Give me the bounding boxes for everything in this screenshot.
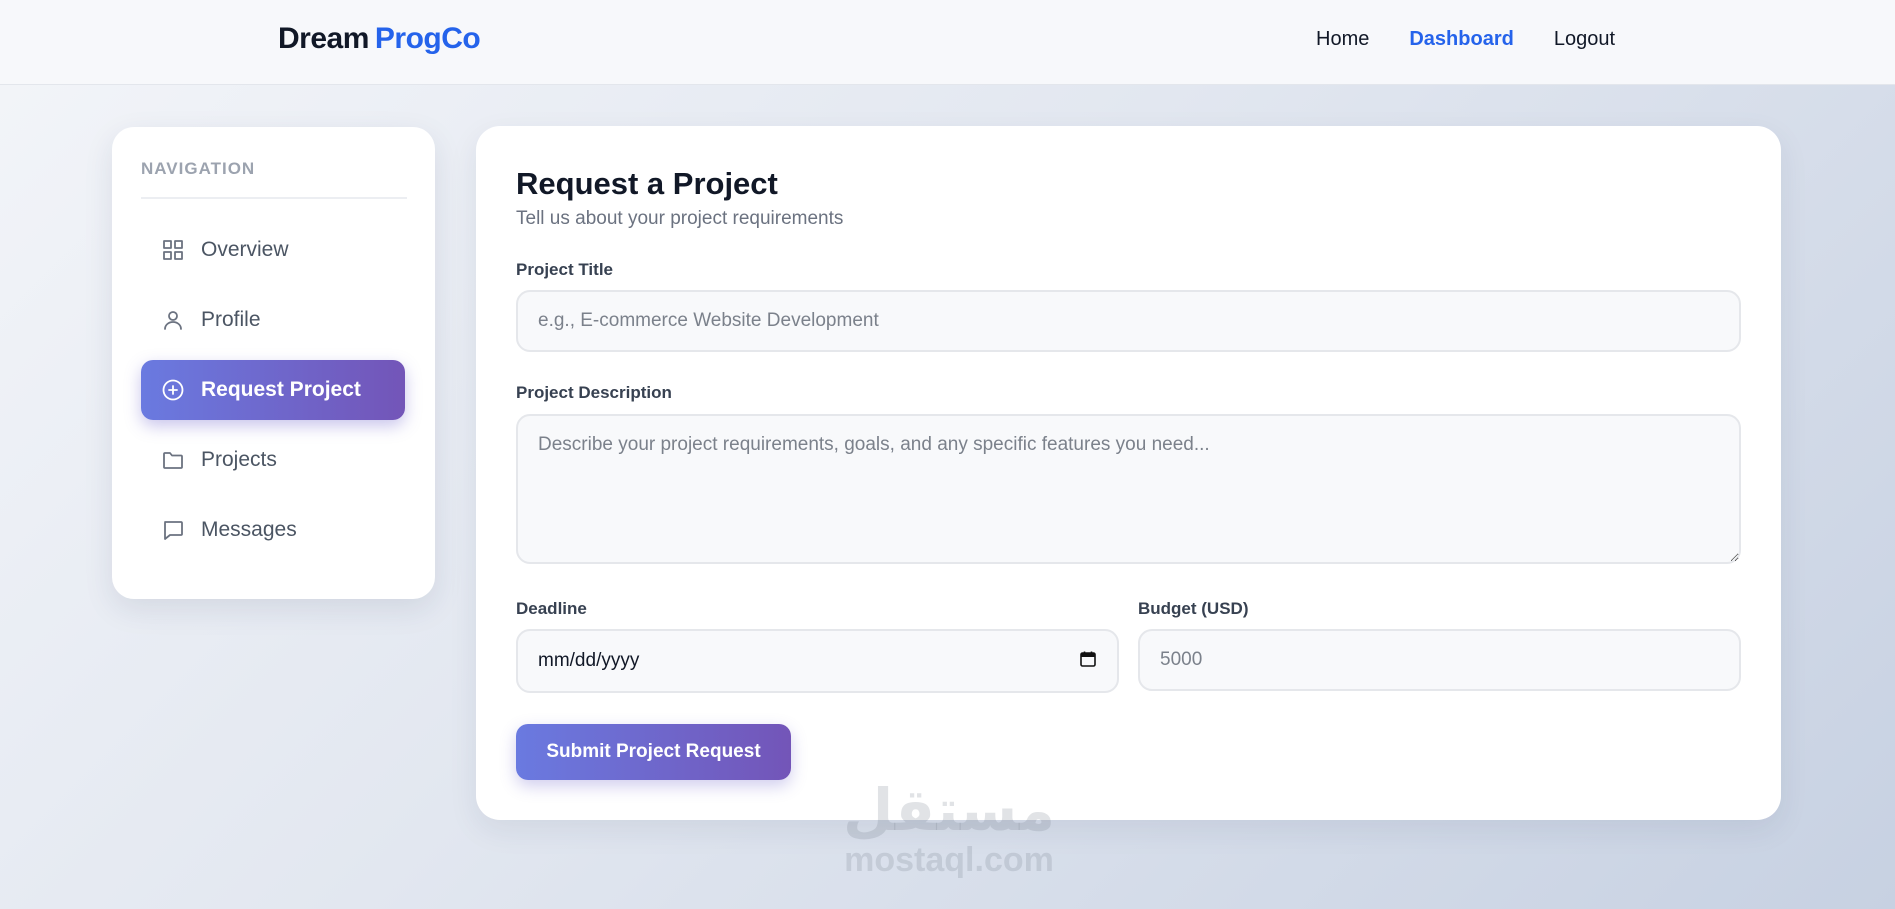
sidebar: NAVIGATION Overview Profile Request Proj…	[112, 127, 435, 599]
brand-logo[interactable]: Dream ProgCo	[278, 22, 481, 56]
sidebar-item-request-project[interactable]: Request Project	[141, 360, 405, 420]
nav-dashboard-link[interactable]: Dashboard	[1409, 28, 1513, 51]
sidebar-item-overview[interactable]: Overview	[141, 220, 405, 280]
sidebar-item-messages[interactable]: Messages	[141, 500, 405, 560]
request-project-card: Request a Project Tell us about your pro…	[476, 126, 1781, 820]
page-title: Request a Project	[516, 166, 778, 201]
budget-label: Budget (USD)	[1138, 599, 1249, 618]
sidebar-item-label: Projects	[201, 448, 277, 471]
submit-project-request-button[interactable]: Submit Project Request	[516, 724, 791, 780]
nav-logout-link[interactable]: Logout	[1554, 28, 1615, 51]
budget-input[interactable]	[1138, 629, 1741, 691]
watermark-latin: mostaql.com	[844, 841, 1054, 879]
sidebar-item-label: Request Project	[201, 378, 361, 401]
sidebar-item-profile[interactable]: Profile	[141, 290, 405, 350]
sidebar-title: NAVIGATION	[141, 159, 256, 178]
project-description-textarea[interactable]	[516, 414, 1741, 564]
sidebar-divider	[141, 197, 407, 199]
project-title-label: Project Title	[516, 260, 613, 279]
deadline-label: Deadline	[516, 599, 587, 618]
top-navbar: Dream ProgCo Home Dashboard Logout	[0, 0, 1895, 85]
sidebar-item-label: Messages	[201, 518, 297, 541]
sidebar-item-projects[interactable]: Projects	[141, 430, 405, 490]
calendar-icon[interactable]	[1079, 650, 1097, 673]
message-icon	[161, 518, 185, 542]
watermark-logo: مستقل mostaql.com	[834, 780, 1064, 880]
plus-circle-icon	[161, 378, 185, 402]
page-subtitle: Tell us about your project requirements	[516, 208, 844, 229]
header-nav: Home Dashboard Logout	[1316, 28, 1655, 51]
sidebar-item-label: Profile	[201, 308, 261, 331]
deadline-value: mm/dd/yyyy	[538, 650, 640, 671]
project-title-input[interactable]	[516, 290, 1741, 352]
nav-home-link[interactable]: Home	[1316, 28, 1369, 51]
deadline-date-input[interactable]: mm/dd/yyyy	[516, 629, 1119, 693]
brand-name-part1: Dream	[278, 22, 369, 55]
watermark-arabic: مستقل	[842, 776, 1056, 844]
project-description-label: Project Description	[516, 383, 672, 402]
brand-name-part2: ProgCo	[374, 22, 481, 55]
user-icon	[161, 308, 185, 332]
sidebar-item-label: Overview	[201, 238, 289, 261]
grid-icon	[161, 238, 185, 262]
folder-icon	[161, 448, 185, 472]
